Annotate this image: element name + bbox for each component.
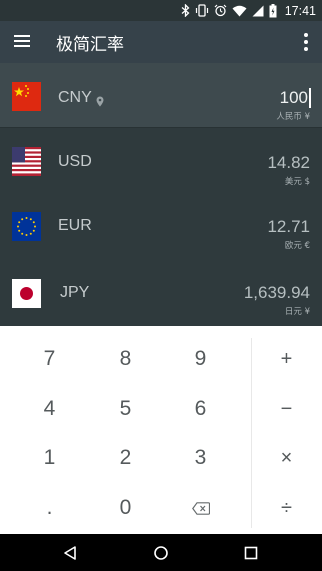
backspace-icon [191,501,210,515]
key-8[interactable]: 8 [88,334,163,384]
japan-flag [12,279,41,308]
more-vert-icon[interactable] [302,32,310,52]
row-divider [0,127,322,128]
alarm-icon [214,4,227,18]
currency-row-eur[interactable]: EUR 12.71 欧元 € [0,195,322,260]
app-bar: 极简汇率 [0,21,322,63]
app-title: 极简汇率 [56,35,124,55]
back-icon[interactable] [59,542,81,564]
key-1[interactable]: 1 [12,433,87,483]
key-9[interactable]: 9 [163,334,238,384]
key-0[interactable]: 0 [88,483,163,533]
amount-value[interactable]: 100 [280,88,308,108]
battery-icon [269,3,277,18]
signal-icon [252,4,264,18]
currency-name: 欧元 € [284,241,310,251]
key-2[interactable]: 2 [88,433,163,483]
key-4[interactable]: 4 [12,384,87,434]
key-6[interactable]: 6 [163,384,238,434]
amount-value[interactable]: 1,639.94 [244,283,310,303]
key-7[interactable]: 7 [12,334,87,384]
key-minus[interactable]: − [249,384,322,434]
eu-flag [12,212,41,241]
calculator-keypad: 7 8 9 + 4 5 6 − 1 2 3 × . 0 ÷ [0,326,322,534]
text-cursor [309,88,311,108]
key-decimal[interactable]: . [12,483,87,533]
usa-flag [12,147,41,176]
key-5[interactable]: 5 [88,384,163,434]
key-multiply[interactable]: × [249,433,322,483]
recents-icon[interactable] [240,542,262,564]
status-bar: 17:41 [0,0,322,21]
china-flag [12,82,41,111]
navigation-bar [0,534,322,571]
status-icons: 17:41 [181,2,316,19]
currency-name: 人民币 ¥ [276,112,310,122]
home-icon[interactable] [150,542,172,564]
key-divide[interactable]: ÷ [249,483,322,533]
status-time: 17:41 [284,3,316,18]
currency-row-cny[interactable]: CNY 100 人民币 ¥ [0,63,322,128]
currency-name: 美元 $ [284,177,310,187]
currency-row-usd[interactable]: USD 14.82 美元 $ [0,130,322,195]
menu-icon[interactable] [12,31,32,51]
currency-list: CNY 100 人民币 ¥ USD 14.82 美元 $ EUR 12.71 欧… [0,63,322,326]
key-plus[interactable]: + [249,334,322,384]
currency-name: 日元 ¥ [284,307,310,317]
currency-code: EUR [58,217,92,234]
amount-value[interactable]: 12.71 [267,217,310,237]
currency-row-jpy[interactable]: JPY 1,639.94 日元 ¥ [0,260,322,325]
wifi-icon [232,4,247,18]
currency-code: USD [58,153,92,170]
vibrate-icon [195,4,209,18]
currency-code: CNY [58,89,92,106]
key-3[interactable]: 3 [163,433,238,483]
backspace-button[interactable] [163,483,238,533]
amount-value[interactable]: 14.82 [267,153,310,173]
currency-code: JPY [60,284,90,301]
bluetooth-icon [181,4,190,18]
location-pin-icon [96,92,104,107]
